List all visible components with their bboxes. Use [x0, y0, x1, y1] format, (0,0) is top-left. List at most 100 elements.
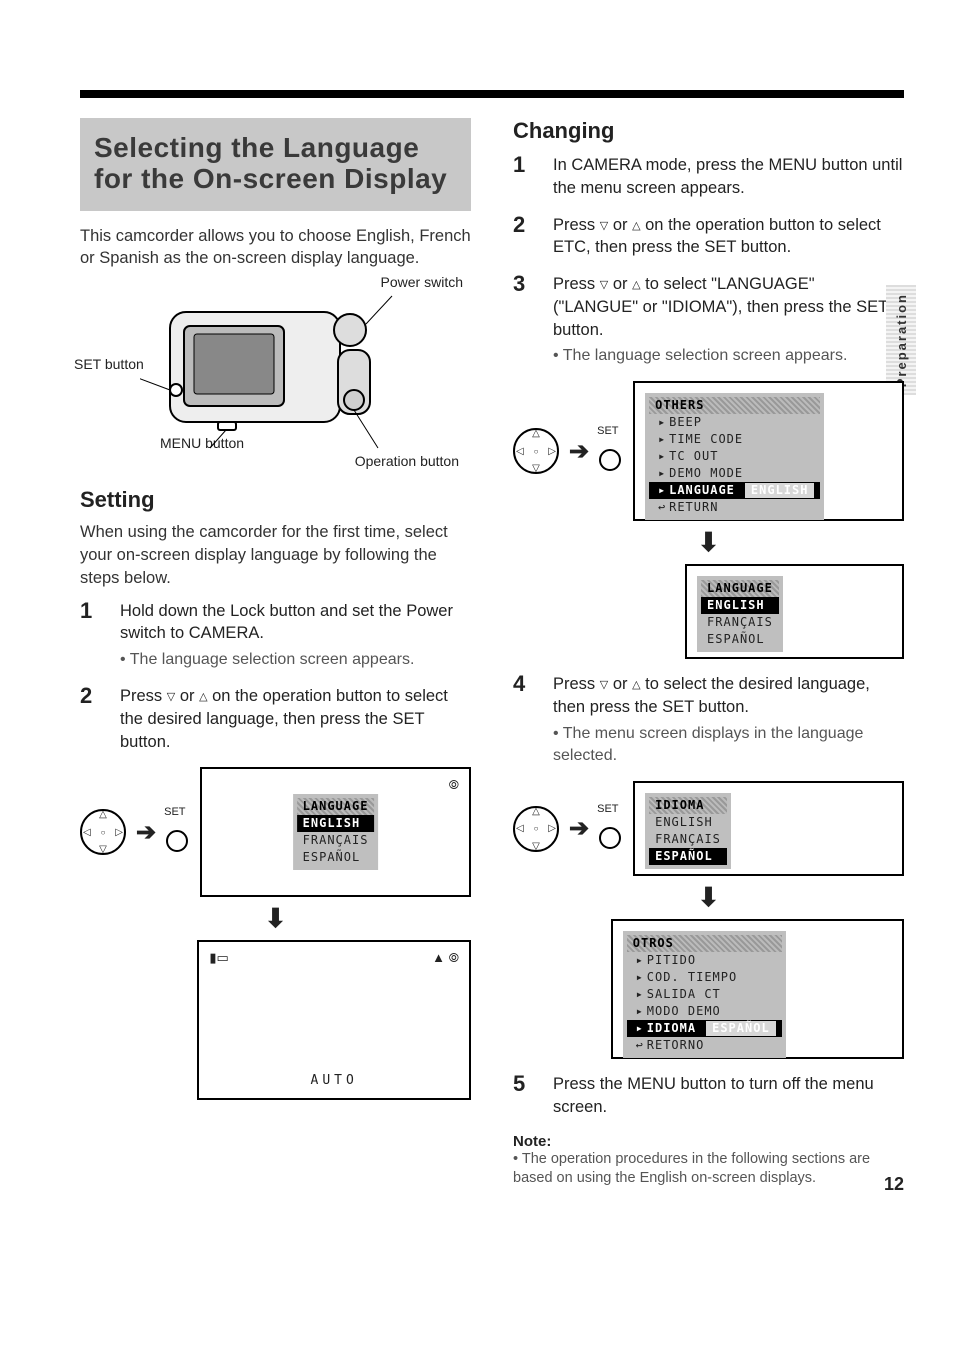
menu-header: IDIOMA — [649, 797, 727, 814]
language-menu-panel: LANGUAGE ENGLISH FRANÇAIS ESPAÑOL — [293, 794, 379, 870]
menu-item: ENGLISH — [701, 597, 779, 614]
result-display: ▮▭ ▲ ⦾ AUTO — [197, 940, 471, 1100]
joystick-set-figure: △▽▷◁ ➔ SET — [513, 428, 621, 474]
menu-item: ▸IDIOMAESPAÑOL — [627, 1020, 782, 1037]
others-menu-panel: OTHERS ▸BEEP ▸TIME CODE ▸TC OUT ▸DEMO MO… — [645, 393, 824, 520]
setting-heading: Setting — [80, 487, 471, 513]
tape-icon: ⦾ — [449, 777, 459, 793]
note-heading: Note: — [513, 1133, 904, 1150]
person-tape-icon: ▲ ⦾ — [432, 950, 459, 966]
changing-step-5: 5 Press the MENU button to turn off the … — [513, 1073, 904, 1119]
menu-item: ↩RETORNO — [627, 1037, 782, 1054]
menu-item: ▸LANGUAGEENGLISH — [649, 482, 820, 499]
joystick-icon: △▽▷◁ — [80, 809, 126, 855]
arrow-right-icon: ➔ — [136, 818, 156, 847]
menu-item: ESPAÑOL — [701, 631, 779, 648]
down-triangle-icon: ▽ — [600, 220, 608, 232]
changing-step-4: 4 Press ▽ or △ to select the desired lan… — [513, 673, 904, 767]
language-select-display: LANGUAGE ENGLISH FRANÇAIS ESPAÑOL — [685, 564, 904, 659]
battery-icon: ▮▭ — [209, 950, 228, 966]
arrow-right-icon: ➔ — [569, 814, 589, 843]
left-column: Selecting the Language for the On-screen… — [80, 118, 479, 1189]
down-triangle-icon: ▽ — [600, 279, 608, 291]
menu-item: ▸PITIDO — [627, 952, 782, 969]
arrow-down-icon: ⬇ — [513, 882, 904, 913]
otros-menu-display: OTROS ▸PITIDO ▸COD. TIEMPO ▸SALIDA CT ▸M… — [611, 919, 904, 1059]
setting-steps: 1 Hold down the Lock button and set the … — [80, 600, 471, 754]
menu-item: ↩RETURN — [649, 499, 820, 516]
label-operation-button: Operation button — [355, 453, 459, 469]
menu-item: ▸SALIDA CT — [627, 986, 782, 1003]
step-text: Press ▽ or △ to select the desired langu… — [553, 673, 904, 767]
menu-item: ▸DEMO MODE — [649, 465, 820, 482]
arrow-right-icon: ➔ — [569, 437, 589, 466]
idioma-select-panel: IDIOMA ENGLISH FRANÇAIS ESPAÑOL — [645, 793, 731, 869]
joystick-icon: △▽▷◁ — [513, 428, 559, 474]
side-tab-label: Preparation — [894, 293, 909, 387]
menu-header: LANGUAGE — [297, 798, 375, 815]
arrow-down-icon: ⬇ — [80, 903, 471, 934]
menu-item: ESPAÑOL — [297, 849, 375, 866]
step-number: 5 — [513, 1073, 535, 1119]
camcorder-icon — [140, 292, 410, 452]
menu-header: LANGUAGE — [701, 580, 779, 597]
menu-value: ESPAÑOL — [706, 1021, 776, 1036]
setting-step-2: 2 Press ▽ or △ on the operation button t… — [80, 685, 471, 753]
note-body: The operation procedures in the followin… — [513, 1150, 904, 1189]
step-sub: The menu screen displays in the language… — [553, 723, 904, 767]
step-text: In CAMERA mode, press the MENU button un… — [553, 154, 904, 200]
joystick-icon: △▽▷◁ — [513, 806, 559, 852]
setting-step-1: 1 Hold down the Lock button and set the … — [80, 600, 471, 672]
set-label: SET — [164, 806, 185, 818]
step-text: Press the MENU button to turn off the me… — [553, 1073, 904, 1119]
step-text: Hold down the Lock button and set the Po… — [120, 602, 453, 643]
arrow-down-icon: ⬇ — [513, 527, 904, 558]
step-number: 1 — [80, 600, 102, 672]
menu-header: OTROS — [627, 935, 782, 952]
set-label: SET — [597, 803, 618, 815]
changing-step-1: 1 In CAMERA mode, press the MENU button … — [513, 154, 904, 200]
step-text: Press ▽ or △ to select "LANGUAGE" ("LANG… — [553, 273, 904, 367]
set-button-icon — [166, 830, 188, 852]
up-triangle-icon: △ — [632, 679, 640, 691]
menu-item: ENGLISH — [297, 815, 375, 832]
auto-indicator: AUTO — [311, 1073, 358, 1088]
menu-item: ▸TC OUT — [649, 448, 820, 465]
up-triangle-icon: △ — [199, 691, 207, 703]
down-triangle-icon: ▽ — [600, 679, 608, 691]
step-number: 2 — [80, 685, 102, 753]
menu-item: ▸MODO DEMO — [627, 1003, 782, 1020]
setting-intro: When using the camcorder for the first t… — [80, 521, 471, 589]
up-triangle-icon: △ — [632, 279, 640, 291]
joystick-set-figure: △▽▷◁ ➔ SET — [80, 809, 188, 855]
changing-step-2: 2 Press ▽ or △ on the operation button t… — [513, 214, 904, 260]
step-text: Press ▽ or △ on the operation button to … — [120, 685, 471, 753]
section-heading-box: Selecting the Language for the On-screen… — [80, 118, 471, 211]
page-number: 12 — [884, 1174, 904, 1195]
set-button-icon — [599, 449, 621, 471]
up-triangle-icon: △ — [632, 220, 640, 232]
right-column: Changing 1 In CAMERA mode, press the MEN… — [509, 118, 904, 1189]
step-number: 4 — [513, 673, 535, 767]
menu-value: ENGLISH — [745, 483, 815, 498]
menu-item: ▸COD. TIEMPO — [627, 969, 782, 986]
top-rule — [80, 90, 904, 98]
set-button-icon — [599, 827, 621, 849]
menu-item: FRANÇAIS — [701, 614, 779, 631]
menu-item: ENGLISH — [649, 814, 727, 831]
menu-header: OTHERS — [649, 397, 820, 414]
step-number: 1 — [513, 154, 535, 200]
section-heading: Selecting the Language for the On-screen… — [94, 132, 457, 195]
changing-steps: 1 In CAMERA mode, press the MENU button … — [513, 154, 904, 367]
joystick-set-figure: △▽▷◁ ➔ SET — [513, 806, 621, 852]
manual-page: Preparation Selecting the Language for t… — [0, 0, 954, 1219]
step-sub: The language selection screen appears. — [553, 345, 904, 367]
menu-item: ESPAÑOL — [649, 848, 727, 865]
menu-item: ▸BEEP — [649, 414, 820, 431]
label-set-button: SET button — [74, 356, 144, 372]
step-number: 2 — [513, 214, 535, 260]
side-tab: Preparation — [886, 285, 916, 395]
menu-item: ▸TIME CODE — [649, 431, 820, 448]
set-label: SET — [597, 425, 618, 437]
label-power-switch: Power switch — [381, 274, 463, 290]
